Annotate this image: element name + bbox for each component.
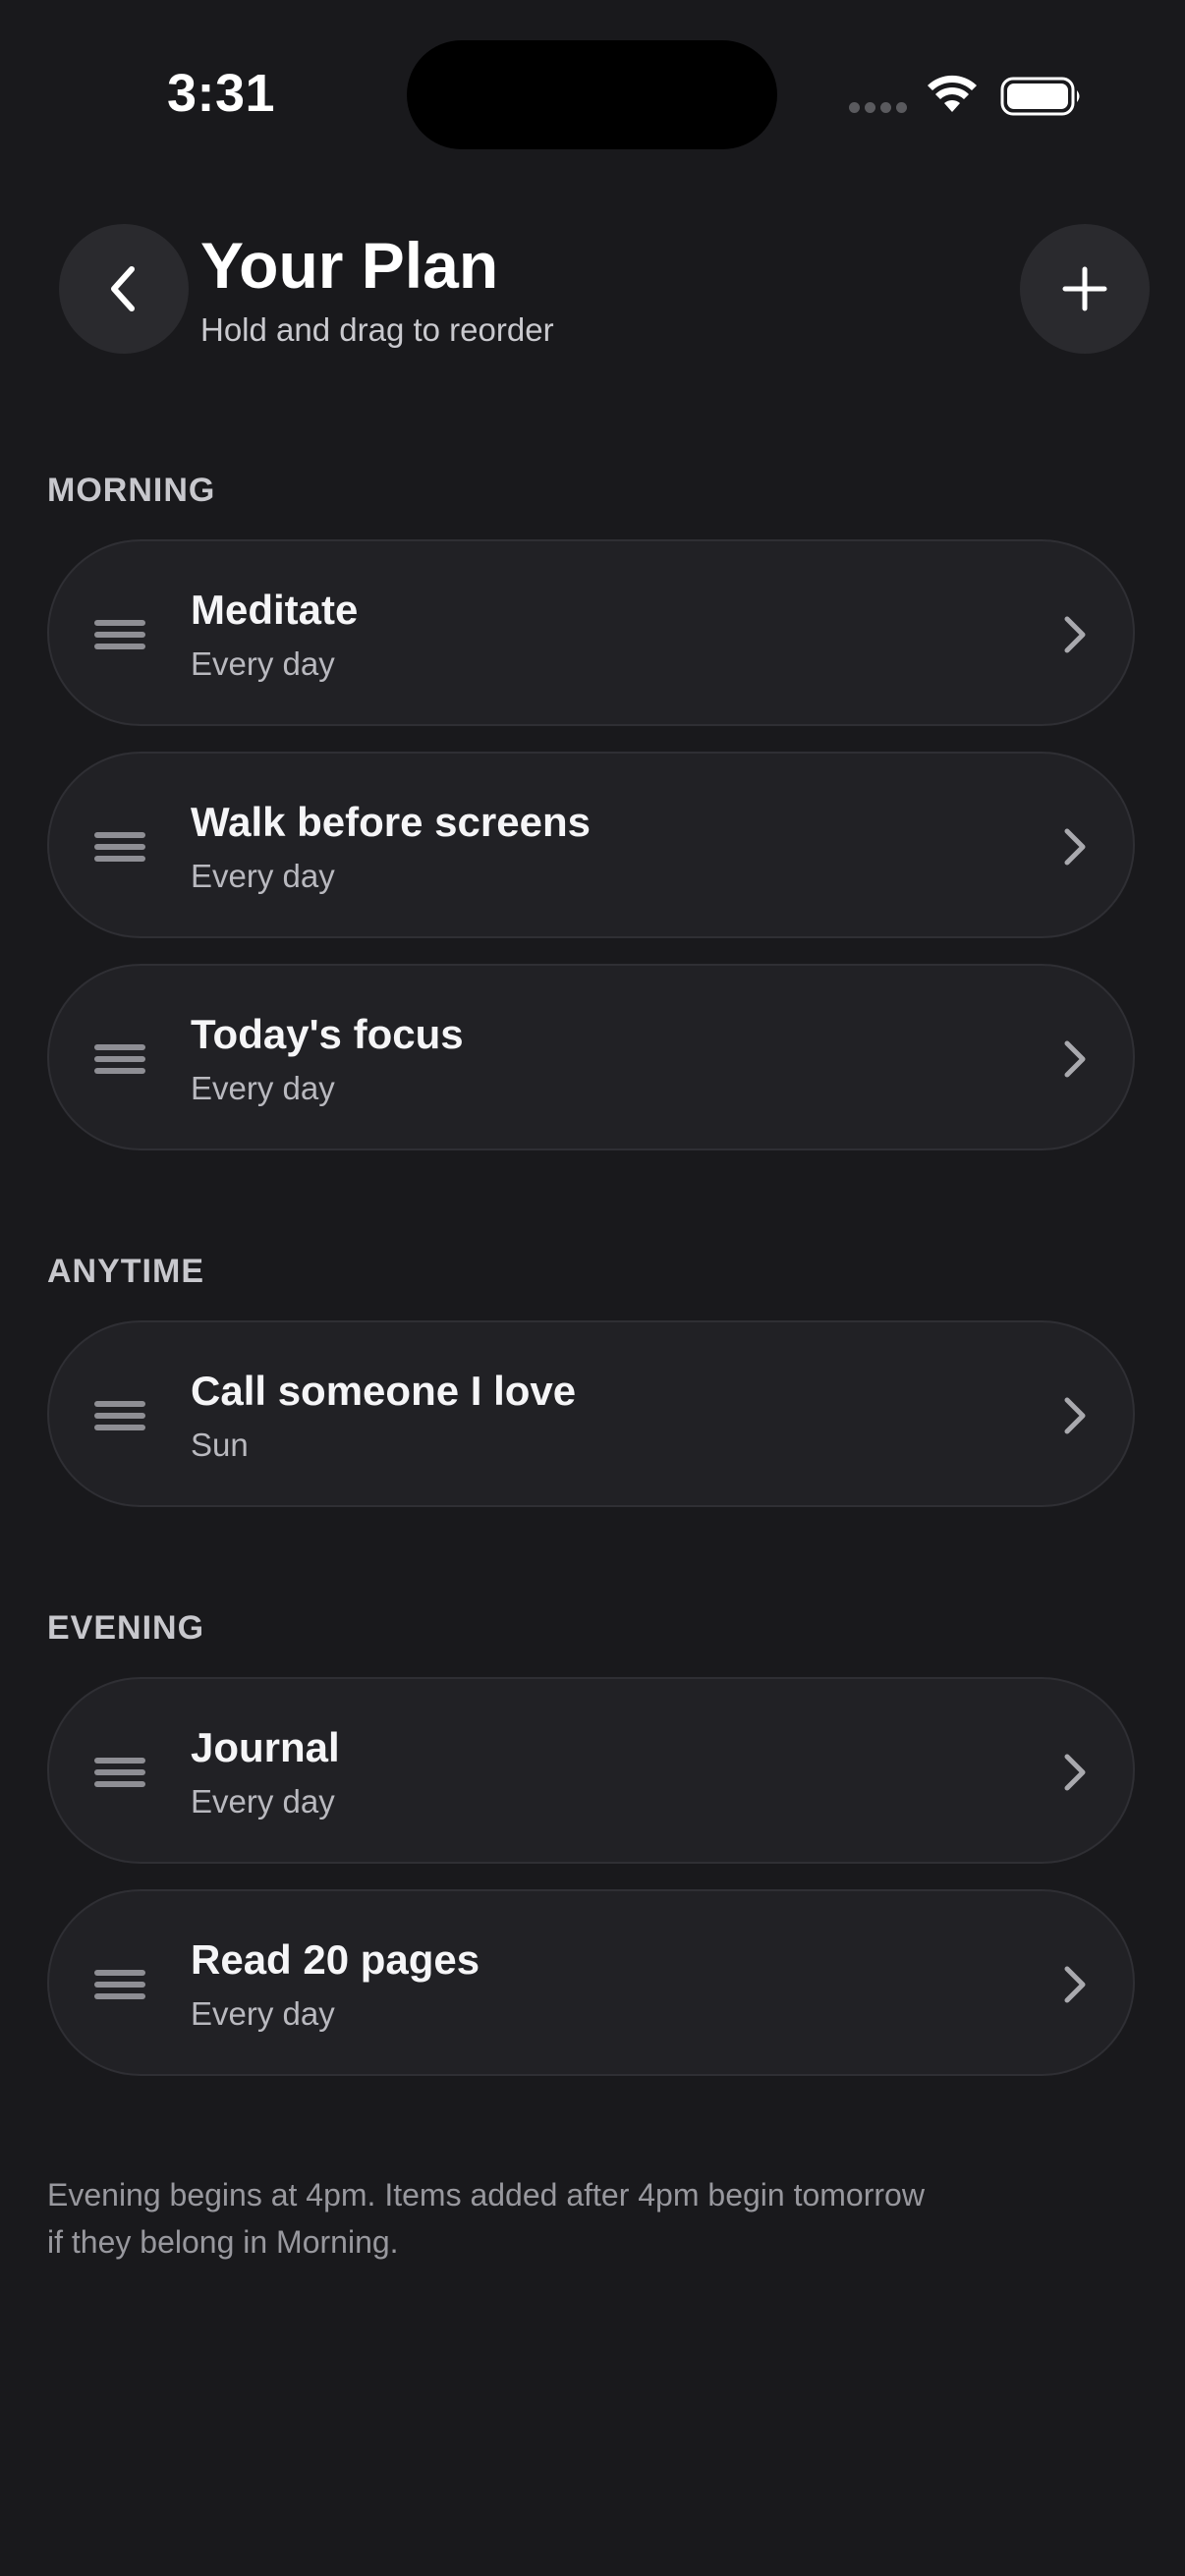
section-label-evening: EVENING <box>47 1609 205 1647</box>
drag-handle-icon[interactable] <box>94 830 145 864</box>
section-label-morning: MORNING <box>47 472 216 509</box>
chevron-right-icon <box>1064 1966 1086 2003</box>
status-time: 3:31 <box>167 64 276 123</box>
add-button[interactable] <box>1020 224 1150 354</box>
footnote: Evening begins at 4pm. Items added after… <box>47 2177 925 2260</box>
chevron-right-icon <box>1064 1754 1086 1791</box>
plan-item[interactable]: Call someone I love Sun <box>47 1320 1135 1507</box>
chevron-left-icon <box>111 266 135 311</box>
plan-item[interactable]: Meditate Every day <box>47 539 1135 726</box>
battery-icon <box>1000 77 1080 116</box>
plan-item-schedule: Every day <box>191 1783 335 1820</box>
plan-item-title: Read 20 pages <box>191 1936 480 1983</box>
chevron-right-icon <box>1064 828 1086 866</box>
plan-item-schedule: Every day <box>191 1070 335 1106</box>
back-button[interactable] <box>59 224 189 354</box>
plus-icon <box>1062 266 1107 311</box>
status-bar: 3:31 <box>0 0 1185 196</box>
page-title: Your Plan <box>200 229 499 302</box>
plan-item-schedule: Every day <box>191 645 335 682</box>
drag-handle-icon[interactable] <box>94 1042 145 1076</box>
dynamic-island <box>407 40 777 149</box>
wifi-icon <box>928 75 977 112</box>
plan-item[interactable]: Walk before screens Every day <box>47 752 1135 938</box>
plan-item-title: Journal <box>191 1724 340 1770</box>
plan-item-title: Today's focus <box>191 1011 464 1057</box>
drag-handle-icon[interactable] <box>94 618 145 651</box>
plan-item-title: Meditate <box>191 587 359 633</box>
drag-handle-icon[interactable] <box>94 1756 145 1789</box>
chevron-right-icon <box>1064 1397 1086 1434</box>
drag-handle-icon[interactable] <box>94 1968 145 2001</box>
chevron-right-icon <box>1064 1040 1086 1078</box>
plan-item[interactable]: Today's focus Every day <box>47 964 1135 1150</box>
section-label-anytime: ANYTIME <box>47 1253 204 1290</box>
plan-item-schedule: Sun <box>191 1427 249 1463</box>
plan-item-schedule: Every day <box>191 858 335 894</box>
plan-item[interactable]: Read 20 pages Every day <box>47 1889 1135 2076</box>
plan-item-title: Call someone I love <box>191 1368 577 1414</box>
cellular-signal-icon <box>849 102 908 114</box>
drag-handle-icon[interactable] <box>94 1399 145 1432</box>
plan-item-title: Walk before screens <box>191 799 591 845</box>
chevron-right-icon <box>1064 616 1086 653</box>
page-subtitle: Hold and drag to reorder <box>200 311 554 348</box>
plan-item[interactable]: Journal Every day <box>47 1677 1135 1864</box>
plan-item-schedule: Every day <box>191 1995 335 2032</box>
